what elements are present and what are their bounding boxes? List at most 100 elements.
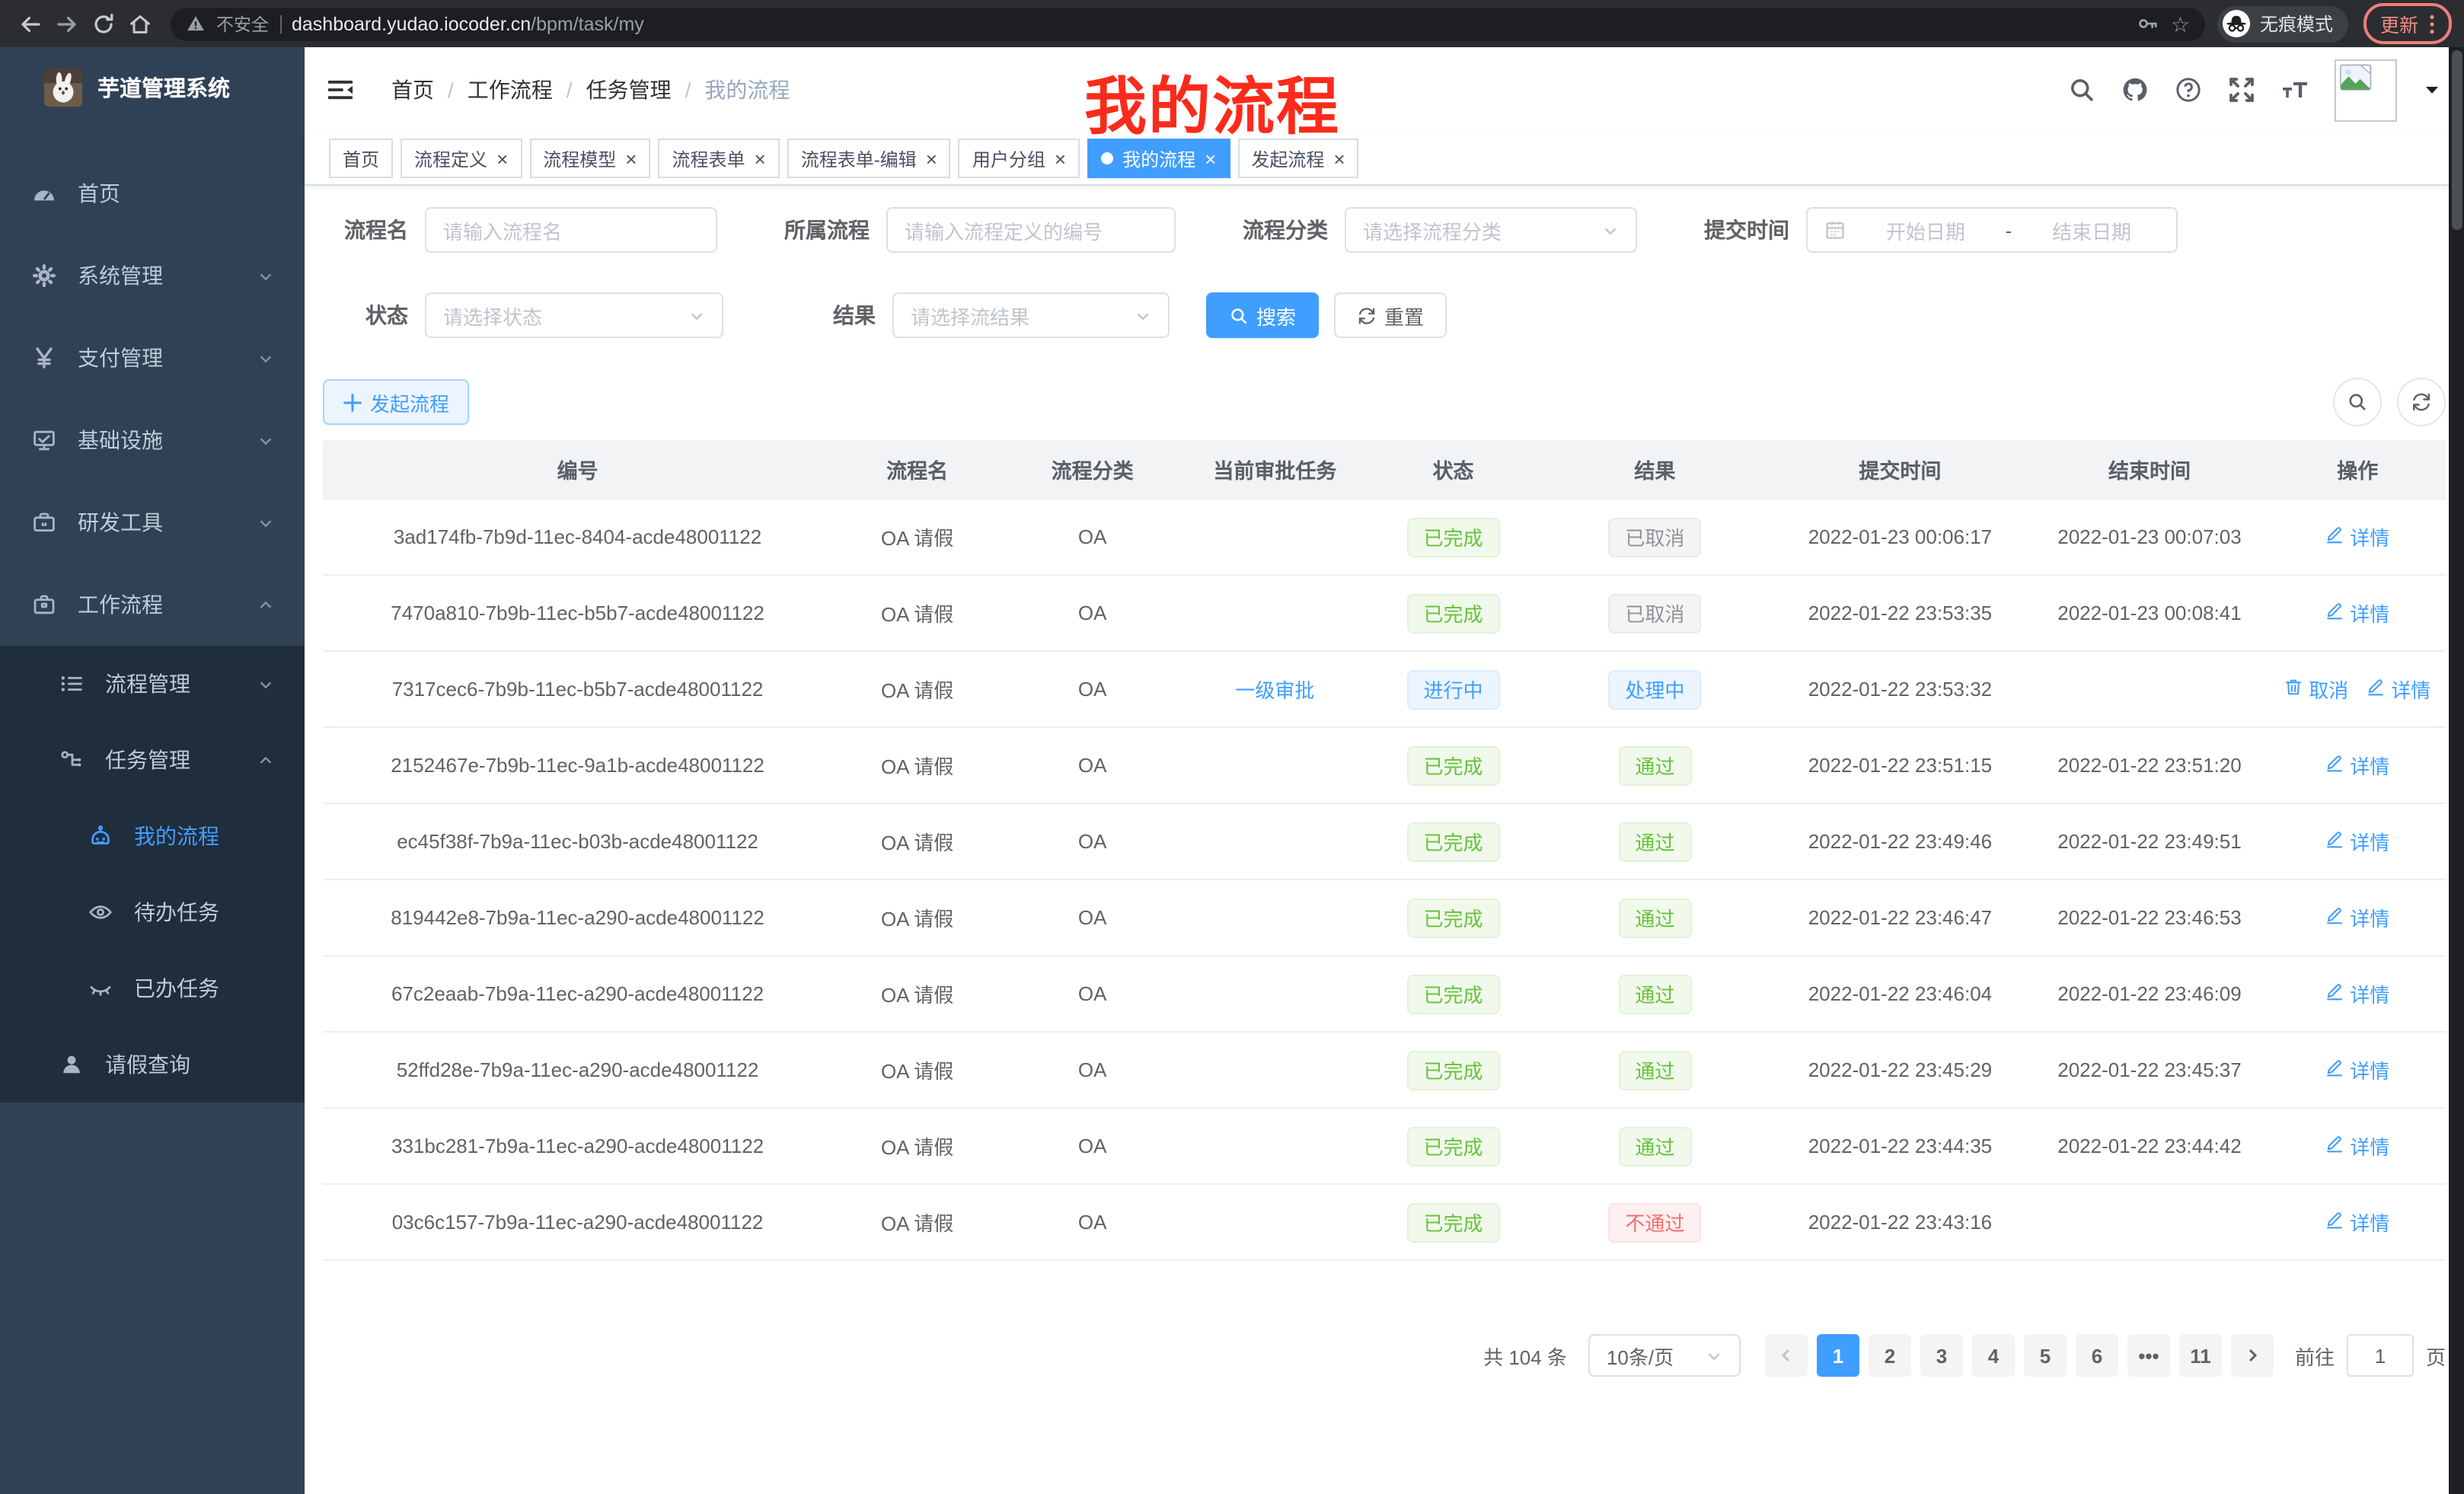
- search-icon[interactable]: [2068, 76, 2095, 104]
- cancel-action-link[interactable]: 取消: [2284, 675, 2348, 704]
- help-icon[interactable]: [2175, 76, 2202, 104]
- detail-action-link[interactable]: 详情: [2325, 1208, 2389, 1237]
- detail-action-link[interactable]: 详情: [2325, 979, 2389, 1008]
- bookmark-star-icon[interactable]: ☆: [2171, 13, 2190, 34]
- scrollbar-thumb[interactable]: [2451, 50, 2462, 230]
- end-date-placeholder[interactable]: 结束日期: [2024, 215, 2159, 244]
- browser-reload-icon[interactable]: [85, 5, 122, 42]
- result-select[interactable]: 请选择流结果: [892, 292, 1170, 338]
- browser-menu-icon[interactable]: [2429, 13, 2435, 34]
- status-cell: 已完成: [1368, 1032, 1540, 1108]
- page-scrollbar[interactable]: [2449, 47, 2464, 1494]
- close-icon[interactable]: ×: [926, 148, 937, 168]
- detail-action-link[interactable]: 详情: [2325, 751, 2389, 780]
- user-menu-caret-icon[interactable]: [2423, 81, 2441, 99]
- refresh-table-button[interactable]: [2397, 378, 2446, 426]
- close-icon[interactable]: ×: [1205, 148, 1216, 168]
- toggle-search-button[interactable]: [2333, 378, 2382, 426]
- update-label[interactable]: 更新: [2380, 9, 2418, 38]
- page-button-3[interactable]: 3: [1920, 1334, 1963, 1377]
- tab-process-form[interactable]: 流程表单×: [658, 139, 779, 178]
- detail-action-link[interactable]: 详情: [2325, 522, 2389, 551]
- update-button[interactable]: 更新: [2363, 3, 2452, 44]
- address-bar[interactable]: 不安全 dashboard.yudao.iocoder.cn/bpm/task/…: [171, 7, 2205, 40]
- prev-page-button[interactable]: [1765, 1334, 1808, 1377]
- close-icon[interactable]: ×: [755, 148, 766, 168]
- incognito-label: 无痕模式: [2260, 11, 2333, 37]
- tab-process-form-edit[interactable]: 流程表单-编辑×: [787, 139, 951, 178]
- tab-process-definition[interactable]: 流程定义×: [401, 139, 522, 178]
- breadcrumb-item[interactable]: 首页: [391, 75, 434, 105]
- start-date-placeholder[interactable]: 开始日期: [1858, 215, 1993, 244]
- sidebar-item-process-mgmt[interactable]: 流程管理: [0, 646, 305, 722]
- page-button-2[interactable]: 2: [1869, 1334, 1911, 1377]
- sidebar-item-task-mgmt[interactable]: 任务管理: [0, 722, 305, 798]
- close-icon[interactable]: ×: [625, 148, 637, 168]
- fullscreen-icon[interactable]: [2228, 76, 2255, 104]
- status-badge: 已完成: [1407, 898, 1500, 937]
- detail-action-link[interactable]: 详情: [2325, 903, 2389, 932]
- close-icon[interactable]: ×: [1333, 148, 1345, 168]
- search-button[interactable]: 搜索: [1206, 292, 1319, 338]
- tab-process-model[interactable]: 流程模型×: [529, 139, 650, 178]
- process-definition-input[interactable]: 请输入流程定义的编号: [886, 207, 1176, 253]
- page-button-6[interactable]: 6: [2076, 1334, 2118, 1377]
- process-name-input[interactable]: 请输入流程名: [425, 207, 717, 253]
- process-name: OA 请假: [832, 499, 1002, 575]
- create-process-button[interactable]: 发起流程: [323, 379, 469, 425]
- sidebar-item-workflow[interactable]: 工作流程: [0, 563, 305, 646]
- reset-button[interactable]: 重置: [1334, 292, 1447, 338]
- security-label[interactable]: 不安全: [216, 11, 269, 36]
- github-icon[interactable]: [2121, 76, 2149, 104]
- browser-forward-icon[interactable]: [49, 5, 85, 42]
- page-button-5[interactable]: 5: [2024, 1334, 2067, 1377]
- sidebar-item-leave-query[interactable]: 请假查询: [0, 1026, 305, 1103]
- sidebar-item-payment-mgmt[interactable]: 支付管理: [0, 317, 305, 399]
- breadcrumb-item[interactable]: 工作流程: [468, 75, 553, 105]
- page-button-11[interactable]: 11: [2179, 1334, 2222, 1377]
- sidebar-item-infrastructure[interactable]: 基础设施: [0, 399, 305, 481]
- tab-user-group[interactable]: 用户分组×: [959, 139, 1080, 178]
- page-button-4[interactable]: 4: [1972, 1334, 2015, 1377]
- sidebar-item-done-tasks[interactable]: 已办任务: [0, 950, 305, 1026]
- detail-action-link[interactable]: 详情: [2325, 1055, 2389, 1084]
- current-task-link[interactable]: 一级审批: [1235, 675, 1314, 704]
- pencil-icon: [2325, 1135, 2344, 1157]
- breadcrumb-item[interactable]: 任务管理: [586, 75, 672, 105]
- actions-cell: 详情: [2270, 879, 2446, 956]
- detail-action-link[interactable]: 详情: [2325, 1132, 2389, 1160]
- sidebar-item-label: 请假查询: [105, 1049, 190, 1080]
- sidebar-item-dev-tools[interactable]: 研发工具: [0, 481, 305, 563]
- column-header: 结果: [1539, 440, 1770, 499]
- page-size-select[interactable]: 10条/页: [1588, 1334, 1741, 1377]
- sidebar-item-system-mgmt[interactable]: 系统管理: [0, 235, 305, 317]
- sidebar: 芋道管理系统 首页系统管理支付管理基础设施研发工具工作流程流程管理任务管理我的流…: [0, 47, 305, 1494]
- jump-page-input[interactable]: 1: [2347, 1334, 2414, 1377]
- sidebar-menu: 首页系统管理支付管理基础设施研发工具工作流程流程管理任务管理我的流程待办任务已办…: [0, 152, 305, 1103]
- avatar[interactable]: [2335, 59, 2397, 121]
- app-logo[interactable]: 芋道管理系统: [0, 47, 305, 125]
- sidebar-item-my-process[interactable]: 我的流程: [0, 798, 305, 874]
- pencil-icon: [2325, 754, 2344, 777]
- status-select[interactable]: 请选择状态: [425, 292, 723, 338]
- sidebar-item-home[interactable]: 首页: [0, 152, 305, 235]
- detail-action-link[interactable]: 详情: [2325, 599, 2389, 627]
- browser-home-icon[interactable]: [122, 5, 158, 42]
- tab-home[interactable]: 首页: [329, 139, 393, 178]
- detail-action-link[interactable]: 详情: [2367, 675, 2430, 704]
- font-size-icon[interactable]: [2281, 76, 2309, 104]
- search-icon: [1229, 305, 1249, 325]
- sidebar-item-todo-tasks[interactable]: 待办任务: [0, 874, 305, 950]
- key-icon[interactable]: [2137, 12, 2160, 35]
- page-button-1[interactable]: 1: [1817, 1334, 1859, 1377]
- result-cell: 通过: [1539, 727, 1770, 803]
- detail-action-link[interactable]: 详情: [2325, 827, 2389, 856]
- sidebar-item-label: 基础设施: [78, 425, 163, 455]
- next-page-button[interactable]: [2231, 1334, 2274, 1377]
- sidebar-collapse-icon[interactable]: [327, 78, 353, 102]
- close-icon[interactable]: ×: [496, 148, 508, 168]
- process-category-select[interactable]: 请选择流程分类: [1345, 207, 1637, 253]
- submit-time-range-picker[interactable]: 开始日期 - 结束日期: [1806, 207, 2178, 253]
- browser-back-icon[interactable]: [12, 5, 49, 42]
- close-icon[interactable]: ×: [1055, 148, 1066, 168]
